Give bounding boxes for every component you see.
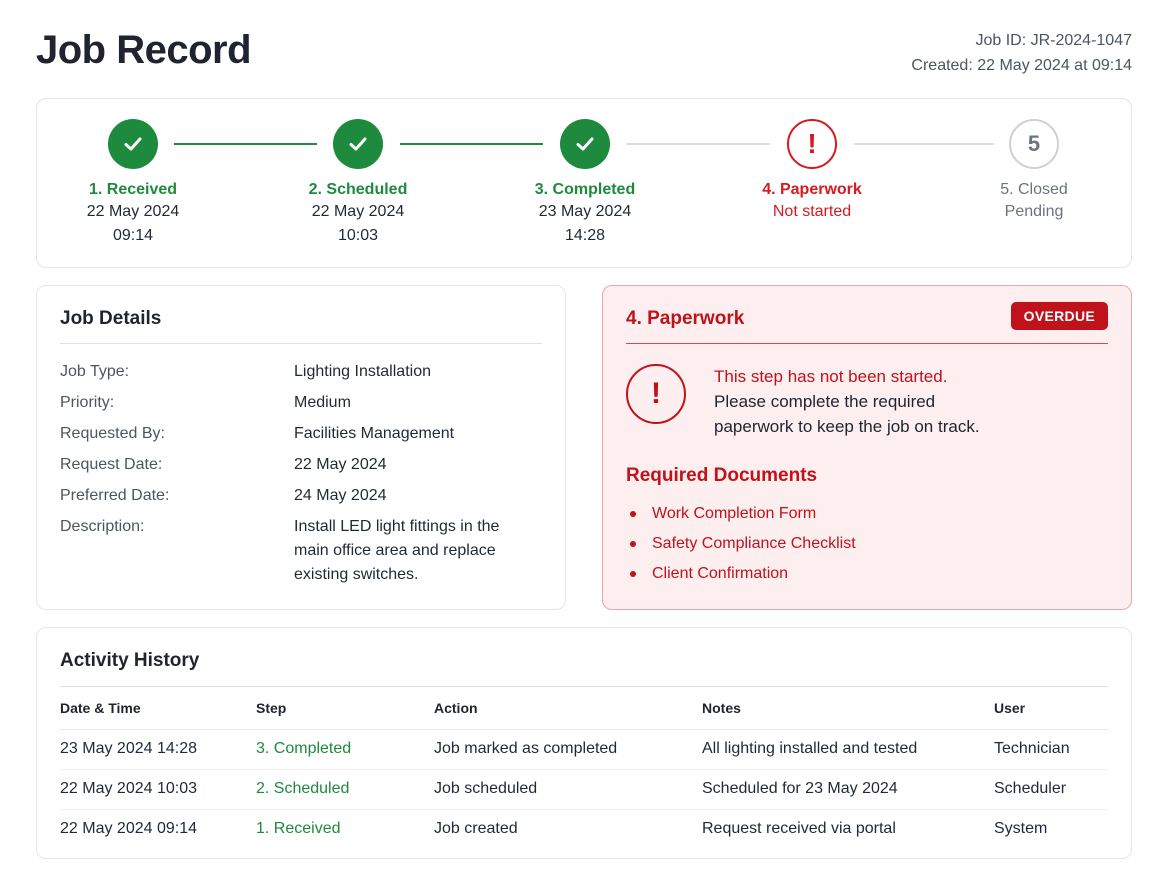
paperwork-alert: ! This step has not been started. Please… xyxy=(626,364,1108,439)
detail-value: Medium xyxy=(294,394,351,411)
required-documents-list: Work Completion Form Safety Compliance C… xyxy=(626,499,1108,589)
step-status: Not started xyxy=(772,203,852,220)
job-record-page: Job Record Job ID: JR-2024-1047 Created:… xyxy=(0,0,1168,880)
step-date: 22 May 2024 xyxy=(86,203,180,220)
cell-notes: All lighting installed and tested xyxy=(702,729,994,770)
cell-step: 1. Received xyxy=(256,820,341,838)
created-timestamp: Created: 22 May 2024 at 09:14 xyxy=(911,57,1132,74)
detail-row-job-type: Job Type: Lighting Installation xyxy=(60,360,542,384)
table-header-row: Date & Time Step Action Notes User xyxy=(60,687,1108,730)
cell-action: Job scheduled xyxy=(434,769,702,810)
step-time: 10:03 xyxy=(337,227,379,244)
table-row[interactable]: 23 May 2024 14:28 3. Completed Job marke… xyxy=(60,729,1108,770)
overdue-badge: OVERDUE xyxy=(1010,302,1108,330)
step-completed[interactable]: 3. Completed 23 May 2024 14:28 xyxy=(485,119,685,248)
job-meta: Job ID: JR-2024-1047 Created: 22 May 202… xyxy=(911,28,1132,78)
detail-value: 24 May 2024 xyxy=(294,487,387,504)
step-time: 09:14 xyxy=(112,227,154,244)
exclamation-icon: ! xyxy=(787,119,837,169)
job-id: Job ID: JR-2024-1047 xyxy=(975,32,1132,49)
detail-value: Facilities Management xyxy=(294,425,455,442)
column-header: Step xyxy=(256,687,434,730)
cell-step: 2. Scheduled xyxy=(256,769,434,810)
step-label: 1. Received xyxy=(88,181,178,198)
paperwork-alert-panel: 4. Paperwork OVERDUE ! This step has not… xyxy=(602,285,1132,610)
cell-user: Technician xyxy=(994,729,1108,770)
column-header: Action xyxy=(434,687,702,730)
detail-row-request-date: Request Date: 22 May 2024 xyxy=(60,453,542,477)
step-label: 3. Completed xyxy=(534,181,636,198)
cell-date: 22 May 2024 09:14 xyxy=(60,820,197,838)
step-received[interactable]: 1. Received 22 May 2024 09:14 xyxy=(33,119,233,248)
detail-label: Request Date: xyxy=(60,456,163,473)
step-status: Pending xyxy=(1004,203,1064,220)
cell-action: Job marked as completed xyxy=(434,729,702,770)
step-paperwork[interactable]: ! 4. Paperwork Not started xyxy=(712,119,912,224)
detail-label: Description: xyxy=(60,518,145,535)
detail-row-description: Description: Install LED light fittings … xyxy=(60,515,542,587)
step-label: 5. Closed xyxy=(1000,181,1068,198)
exclamation-icon: ! xyxy=(626,364,686,424)
check-icon xyxy=(108,119,158,169)
job-details-list: Job Type: Lighting Installation Priority… xyxy=(60,360,542,587)
check-icon xyxy=(333,119,383,169)
step-number-icon: 5 xyxy=(1009,119,1059,169)
step-scheduled[interactable]: 2. Scheduled 22 May 2024 10:03 xyxy=(258,119,458,248)
step-date: 22 May 2024 xyxy=(311,203,405,220)
detail-label: Requested By: xyxy=(60,425,165,442)
step-closed[interactable]: 5 5. Closed Pending xyxy=(934,119,1134,224)
document-item[interactable]: Safety Compliance Checklist xyxy=(626,529,1108,559)
activity-history-title: Activity History xyxy=(60,650,200,671)
detail-label: Job Type: xyxy=(60,363,130,380)
document-item[interactable]: Client Confirmation xyxy=(626,559,1108,589)
cell-user: Scheduler xyxy=(994,769,1108,810)
detail-row-preferred-date: Preferred Date: 24 May 2024 xyxy=(60,484,542,508)
column-header: Notes xyxy=(702,687,994,730)
cell-date: 22 May 2024 10:03 xyxy=(60,769,256,810)
detail-value: Lighting Installation xyxy=(294,363,431,380)
divider xyxy=(60,343,542,344)
document-item[interactable]: Work Completion Form xyxy=(626,499,1108,529)
alert-heading: This step has not been started. xyxy=(714,367,948,386)
cell-step: 3. Completed xyxy=(256,729,434,770)
detail-value: 22 May 2024 xyxy=(294,456,387,473)
step-time: 14:28 xyxy=(564,227,606,244)
page-title: Job Record xyxy=(36,28,252,72)
alert-message: This step has not been started. Please c… xyxy=(714,364,1014,439)
job-details-card: Job Details Job Type: Lighting Installat… xyxy=(36,285,566,610)
cell-action: Job created xyxy=(434,820,518,838)
activity-table: Date & Time Step Action Notes User 23 Ma… xyxy=(60,687,1108,849)
detail-row-requested-by: Requested By: Facilities Management xyxy=(60,422,542,446)
detail-row-priority: Priority: Medium xyxy=(60,391,542,415)
progress-stepper: 1. Received 22 May 2024 09:14 2. Schedul… xyxy=(36,98,1132,268)
step-label: 4. Paperwork xyxy=(762,181,862,198)
cell-notes: Request received via portal xyxy=(702,820,896,838)
detail-value: Install LED light fittings in the main o… xyxy=(294,518,500,583)
divider xyxy=(626,343,1108,344)
table-row[interactable]: 22 May 2024 10:03 2. Scheduled Job sched… xyxy=(60,769,1108,810)
step-date: 23 May 2024 xyxy=(538,203,632,220)
detail-label: Priority: xyxy=(60,394,115,411)
cell-notes: Scheduled for 23 May 2024 xyxy=(702,769,994,810)
detail-label: Preferred Date: xyxy=(60,487,170,504)
job-details-title: Job Details xyxy=(60,308,162,329)
column-header: User xyxy=(994,687,1108,730)
activity-history-card: Activity History Date & Time Step Action… xyxy=(36,627,1132,859)
alert-body: Please complete the required paperwork t… xyxy=(714,392,980,436)
required-documents-title: Required Documents xyxy=(626,465,818,486)
check-icon xyxy=(560,119,610,169)
cell-date: 23 May 2024 14:28 xyxy=(60,729,256,770)
column-header: Date & Time xyxy=(60,687,256,730)
step-label: 2. Scheduled xyxy=(308,181,408,198)
cell-user: System xyxy=(994,820,1048,838)
table-row[interactable]: 22 May 2024 09:14 1. Received Job create… xyxy=(60,809,1108,849)
